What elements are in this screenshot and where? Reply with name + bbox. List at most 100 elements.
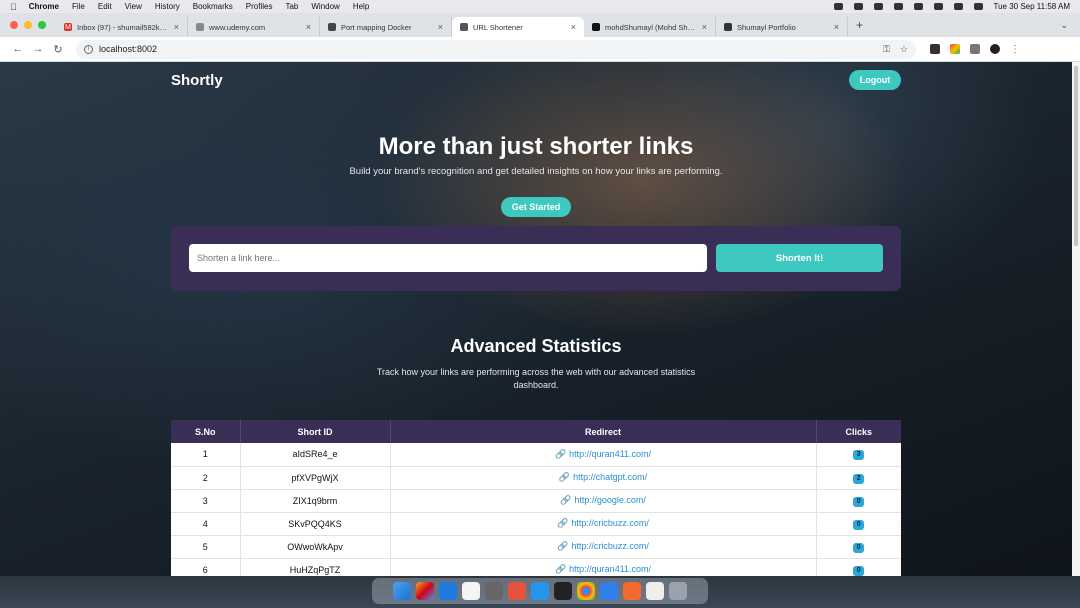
link-icon: 🔗 — [557, 518, 569, 528]
menu-window[interactable]: Window — [311, 2, 339, 11]
profile-avatar[interactable] — [990, 44, 1000, 54]
redirect-link[interactable]: http://cricbuzz.com/ — [571, 541, 649, 551]
tab-gmail[interactable]: M Inbox (97) - shumail582k@g × — [56, 17, 188, 37]
globe-icon — [196, 23, 204, 31]
menu-history[interactable]: History — [155, 2, 180, 11]
redirect-link[interactable]: http://cricbuzz.com/ — [571, 518, 649, 528]
menu-file[interactable]: File — [72, 2, 85, 11]
cell-sno: 4 — [171, 512, 241, 536]
menubar-clock[interactable]: Tue 30 Sep 11:58 AM — [994, 2, 1071, 11]
tab-label: URL Shortener — [473, 22, 523, 32]
tab-url-shortener[interactable]: URL Shortener × — [452, 17, 584, 37]
stats-subtitle: Track how your links are performing acro… — [376, 367, 696, 390]
get-started-button[interactable]: Get Started — [501, 197, 571, 217]
wifi-icon[interactable] — [933, 3, 943, 10]
app-icon[interactable] — [646, 582, 664, 600]
display-icon[interactable] — [853, 3, 863, 10]
tab-portfolio[interactable]: Shumayl Portfolio × — [716, 17, 848, 37]
scrollbar-thumb[interactable] — [1074, 66, 1078, 246]
close-tab-icon[interactable]: × — [571, 22, 576, 32]
site-info-icon[interactable]: i — [84, 44, 93, 54]
menu-view[interactable]: View — [125, 2, 142, 11]
trash-icon[interactable] — [669, 582, 687, 600]
cell-redirect: 🔗 http://google.com/ — [390, 489, 817, 513]
column-header-sno: S.No — [171, 420, 241, 443]
chrome-menu-icon[interactable]: ⋮ — [1010, 44, 1020, 55]
menu-app-name[interactable]: Chrome — [29, 2, 59, 11]
terminal-icon[interactable] — [554, 582, 572, 600]
clicks-badge: 0 — [853, 519, 865, 530]
maximize-window-icon[interactable] — [38, 21, 46, 29]
close-window-icon[interactable] — [10, 21, 18, 29]
battery-icon[interactable] — [913, 3, 923, 10]
close-tab-icon[interactable]: × — [174, 22, 179, 32]
tab-label: www.udemy.com — [209, 22, 266, 32]
minimize-window-icon[interactable] — [24, 21, 32, 29]
chrome-icon[interactable] — [577, 582, 595, 600]
page-scrollbar[interactable] — [1072, 62, 1080, 576]
column-header-redirect: Redirect — [390, 420, 817, 443]
settings-icon[interactable] — [485, 582, 503, 600]
redirect-link[interactable]: http://quran411.com/ — [569, 449, 651, 459]
control-center-icon[interactable] — [973, 3, 983, 10]
launchpad-icon[interactable] — [416, 582, 434, 600]
cell-sno: 2 — [171, 466, 241, 490]
cell-short-id: aIdSRe4_e — [240, 443, 391, 467]
tab-label: Port mapping Docker — [341, 22, 412, 32]
link-icon: 🔗 — [554, 448, 567, 459]
close-tab-icon[interactable]: × — [834, 22, 839, 32]
vscode-icon[interactable] — [600, 582, 618, 600]
tab-search-chevron-icon[interactable]: ⌄ — [1060, 20, 1068, 31]
menu-help[interactable]: Help — [353, 2, 369, 11]
redirect-link[interactable]: http://google.com/ — [574, 495, 646, 505]
status-icon[interactable] — [833, 3, 843, 10]
forward-button[interactable]: → — [28, 43, 48, 55]
postman-icon[interactable] — [623, 582, 641, 600]
menu-tab[interactable]: Tab — [285, 2, 298, 11]
reload-button[interactable]: ↻ — [48, 43, 68, 56]
menu-edit[interactable]: Edit — [98, 2, 112, 11]
site-logo[interactable]: Shortly — [171, 72, 223, 89]
menu-bookmarks[interactable]: Bookmarks — [193, 2, 233, 11]
password-key-icon[interactable]: ⚿ — [883, 44, 890, 55]
menu-profiles[interactable]: Profiles — [246, 2, 273, 11]
search-icon[interactable] — [953, 3, 963, 10]
clicks-badge: 3 — [853, 450, 865, 461]
extension-icon[interactable] — [930, 44, 940, 54]
apple-icon[interactable]:  — [10, 2, 17, 12]
close-tab-icon[interactable]: × — [306, 22, 311, 32]
link-icon: 🔗 — [557, 541, 569, 551]
address-bar[interactable]: i localhost:8002 ⚿ ☆ — [76, 39, 916, 59]
tab-github[interactable]: mohdShumayl (Mohd Shuma × — [584, 17, 716, 37]
menubar-status-area: Tue 30 Sep 11:58 AM — [833, 2, 1071, 11]
bookmark-star-icon[interactable]: ☆ — [900, 44, 908, 55]
docker-icon[interactable] — [531, 582, 549, 600]
tab-udemy[interactable]: www.udemy.com × — [188, 17, 320, 37]
table-row: 5 OWwoWkApv 🔗 http://cricbuzz.com/ 0 — [171, 535, 901, 559]
redirect-link[interactable]: http://chatgpt.com/ — [573, 472, 647, 482]
puzzle-extensions-icon[interactable] — [970, 44, 980, 54]
play-icon[interactable] — [873, 3, 883, 10]
redirect-link[interactable]: http://quran411.com/ — [569, 564, 651, 574]
cell-redirect: 🔗 http://cricbuzz.com/ — [390, 535, 817, 559]
git-app-icon[interactable] — [508, 582, 526, 600]
address-url[interactable]: localhost:8002 — [99, 44, 157, 54]
macos-dock — [372, 578, 708, 604]
cell-redirect: 🔗 http://quran411.com/ — [390, 558, 817, 576]
safari-icon[interactable] — [439, 582, 457, 600]
tab-port-mapping[interactable]: Port mapping Docker × — [320, 17, 452, 37]
logout-button[interactable]: Logout — [849, 70, 901, 90]
new-tab-button[interactable]: + — [856, 18, 863, 32]
notes-icon[interactable] — [462, 582, 480, 600]
close-tab-icon[interactable]: × — [438, 22, 443, 32]
close-tab-icon[interactable]: × — [702, 22, 707, 32]
extension-icon[interactable] — [950, 44, 960, 54]
headphones-icon[interactable] — [893, 3, 903, 10]
finder-icon[interactable] — [393, 582, 411, 600]
cell-redirect: 🔗 http://cricbuzz.com/ — [390, 512, 817, 536]
back-button[interactable]: ← — [8, 43, 28, 55]
shorten-button[interactable]: Shorten It! — [716, 244, 883, 272]
shorten-link-input[interactable] — [189, 244, 707, 272]
clicks-badge: 2 — [853, 473, 865, 484]
clicks-badge: 0 — [853, 565, 865, 576]
